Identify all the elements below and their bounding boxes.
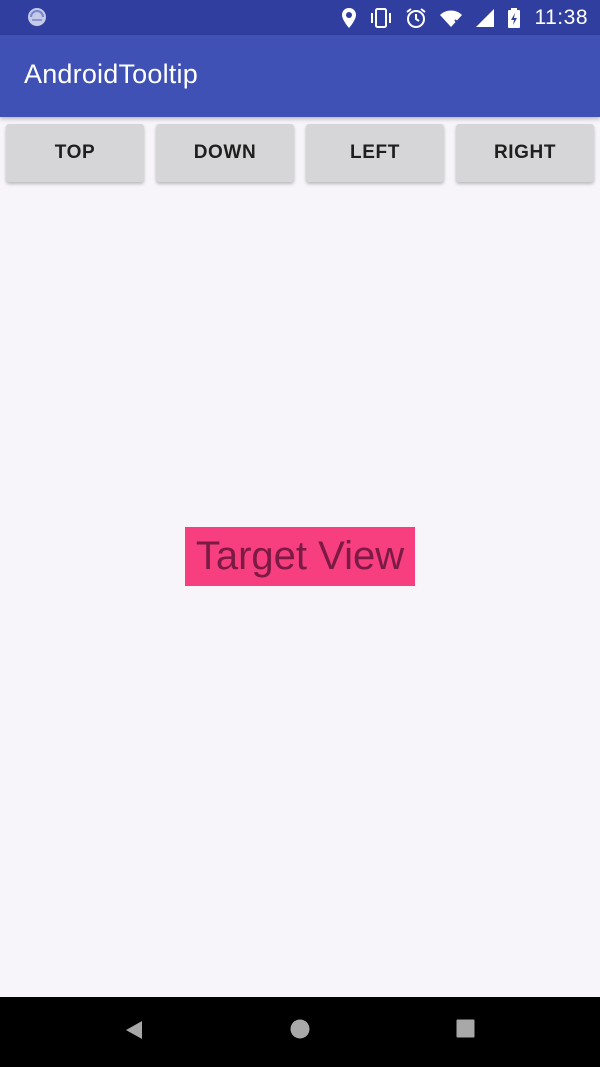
home-icon[interactable] bbox=[289, 1018, 311, 1040]
app-title: AndroidTooltip bbox=[24, 59, 198, 89]
wifi-icon bbox=[439, 10, 462, 27]
top-button[interactable]: TOP bbox=[6, 124, 144, 182]
status-icons: 11:38 bbox=[341, 0, 589, 35]
app-notification-icon bbox=[28, 8, 46, 26]
battery-charging-icon bbox=[507, 7, 520, 28]
button-row: TOP DOWN LEFT RIGHT bbox=[0, 124, 600, 184]
down-button[interactable]: DOWN bbox=[156, 124, 294, 182]
target-view[interactable]: Target View bbox=[185, 527, 415, 586]
left-button[interactable]: LEFT bbox=[306, 124, 444, 182]
navigation-bar bbox=[0, 997, 600, 1067]
clock: 11:38 bbox=[534, 5, 588, 29]
alarm-icon bbox=[405, 7, 426, 28]
vibrate-icon bbox=[370, 7, 391, 28]
right-button[interactable]: RIGHT bbox=[456, 124, 594, 182]
status-bar: 11:38 bbox=[0, 0, 600, 35]
recents-icon[interactable] bbox=[456, 1019, 475, 1038]
back-icon[interactable] bbox=[124, 1019, 144, 1041]
target-view-label: Target View bbox=[195, 534, 405, 578]
signal-icon bbox=[475, 8, 494, 27]
location-icon bbox=[341, 7, 356, 28]
app-bar: AndroidTooltip bbox=[0, 35, 600, 117]
